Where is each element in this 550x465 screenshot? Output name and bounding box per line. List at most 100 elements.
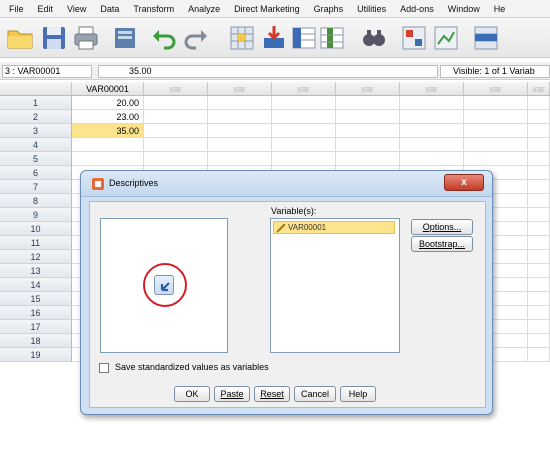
column-header-var[interactable]: var <box>208 82 272 96</box>
target-variable-list[interactable]: VAR00001 <box>270 218 400 353</box>
menu-utilities[interactable]: Utilities <box>350 4 393 14</box>
row-number[interactable]: 5 <box>0 152 72 166</box>
insert-cases-icon[interactable] <box>318 24 346 52</box>
row-number[interactable]: 15 <box>0 292 72 306</box>
menu-graphs[interactable]: Graphs <box>307 4 351 14</box>
data-cell-empty[interactable] <box>336 110 400 124</box>
menu-add-ons[interactable]: Add-ons <box>393 4 441 14</box>
data-cell-empty[interactable] <box>208 96 272 110</box>
data-cell-empty[interactable] <box>528 110 550 124</box>
menu-edit[interactable]: Edit <box>31 4 61 14</box>
weight-cases-icon[interactable] <box>432 24 460 52</box>
data-cell-empty[interactable] <box>528 278 550 292</box>
data-cell-empty[interactable] <box>528 250 550 264</box>
row-number[interactable]: 11 <box>0 236 72 250</box>
paste-button[interactable]: Paste <box>214 386 250 402</box>
data-cell-empty[interactable] <box>528 194 550 208</box>
grid-corner[interactable] <box>0 82 72 96</box>
row-number[interactable]: 6 <box>0 166 72 180</box>
data-cell-empty[interactable] <box>528 208 550 222</box>
data-cell-empty[interactable] <box>272 96 336 110</box>
data-cell-empty[interactable] <box>144 96 208 110</box>
row-number[interactable]: 7 <box>0 180 72 194</box>
column-header-var[interactable]: var <box>272 82 336 96</box>
menu-view[interactable]: View <box>60 4 93 14</box>
data-cell-empty[interactable] <box>144 138 208 152</box>
data-cell-empty[interactable] <box>528 236 550 250</box>
data-cell-empty[interactable] <box>528 96 550 110</box>
split-file-icon[interactable] <box>400 24 428 52</box>
data-cell-empty[interactable] <box>208 110 272 124</box>
data-cell-empty[interactable] <box>144 124 208 138</box>
goto-case-icon[interactable] <box>228 24 256 52</box>
data-cell-empty[interactable] <box>528 320 550 334</box>
data-cell-empty[interactable] <box>528 348 550 362</box>
data-cell-empty[interactable] <box>528 180 550 194</box>
data-cell-empty[interactable] <box>528 306 550 320</box>
row-number[interactable]: 13 <box>0 264 72 278</box>
data-cell-empty[interactable] <box>528 124 550 138</box>
data-cell-empty[interactable] <box>528 166 550 180</box>
row-number[interactable]: 18 <box>0 334 72 348</box>
variable-item-var00001[interactable]: VAR00001 <box>273 221 395 234</box>
data-cell-var00001[interactable]: 35.00 <box>72 124 144 138</box>
column-header-var[interactable]: var <box>464 82 528 96</box>
data-cell-empty[interactable] <box>464 152 528 166</box>
row-number[interactable]: 4 <box>0 138 72 152</box>
row-number[interactable]: 3 <box>0 124 72 138</box>
data-cell-empty[interactable] <box>400 110 464 124</box>
data-cell-empty[interactable] <box>272 124 336 138</box>
close-button[interactable]: x <box>444 174 484 191</box>
data-cell-empty[interactable] <box>272 152 336 166</box>
menu-analyze[interactable]: Analyze <box>181 4 227 14</box>
bootstrap-button[interactable]: Bootstrap... <box>411 236 473 252</box>
data-cell-empty[interactable] <box>464 96 528 110</box>
goto-variable-icon[interactable] <box>260 24 288 52</box>
menu-data[interactable]: Data <box>93 4 126 14</box>
data-cell-empty[interactable] <box>400 152 464 166</box>
menu-help[interactable]: He <box>487 4 513 14</box>
menu-direct-marketing[interactable]: Direct Marketing <box>227 4 307 14</box>
data-cell-empty[interactable] <box>400 124 464 138</box>
data-cell-empty[interactable] <box>400 138 464 152</box>
save-icon[interactable] <box>40 24 68 52</box>
data-cell-empty[interactable] <box>336 124 400 138</box>
data-cell-empty[interactable] <box>144 110 208 124</box>
data-cell-empty[interactable] <box>464 124 528 138</box>
column-header-var[interactable]: var <box>400 82 464 96</box>
menu-window[interactable]: Window <box>441 4 487 14</box>
data-cell-var00001[interactable]: 20.00 <box>72 96 144 110</box>
column-header-var[interactable]: var <box>144 82 208 96</box>
data-cell-empty[interactable] <box>464 110 528 124</box>
print-icon[interactable] <box>72 24 100 52</box>
row-number[interactable]: 19 <box>0 348 72 362</box>
variables-icon[interactable] <box>290 24 318 52</box>
row-number[interactable]: 9 <box>0 208 72 222</box>
options-button[interactable]: Options... <box>411 219 473 235</box>
data-cell-empty[interactable] <box>272 138 336 152</box>
data-cell-var00001[interactable]: 23.00 <box>72 110 144 124</box>
ok-button[interactable]: OK <box>174 386 210 402</box>
data-cell-empty[interactable] <box>528 292 550 306</box>
dialog-title-bar[interactable]: Descriptives x <box>81 171 492 197</box>
data-cell-empty[interactable] <box>208 152 272 166</box>
data-cell-var00001[interactable] <box>72 152 144 166</box>
select-cases-icon[interactable] <box>472 24 500 52</box>
data-cell-empty[interactable] <box>208 124 272 138</box>
data-cell-empty[interactable] <box>336 138 400 152</box>
data-cell-empty[interactable] <box>272 110 336 124</box>
row-number[interactable]: 1 <box>0 96 72 110</box>
cell-value-editor[interactable]: 35.00 <box>98 65 438 78</box>
column-header-var00001[interactable]: VAR00001 <box>72 82 144 96</box>
row-number[interactable]: 17 <box>0 320 72 334</box>
data-cell-empty[interactable] <box>144 152 208 166</box>
data-cell-empty[interactable] <box>528 152 550 166</box>
reset-button[interactable]: Reset <box>254 386 290 402</box>
data-cell-var00001[interactable] <box>72 138 144 152</box>
column-header-var[interactable]: var <box>528 82 550 96</box>
data-cell-empty[interactable] <box>528 264 550 278</box>
row-number[interactable]: 8 <box>0 194 72 208</box>
find-icon[interactable] <box>360 24 388 52</box>
cancel-button[interactable]: Cancel <box>294 386 336 402</box>
data-cell-empty[interactable] <box>400 96 464 110</box>
